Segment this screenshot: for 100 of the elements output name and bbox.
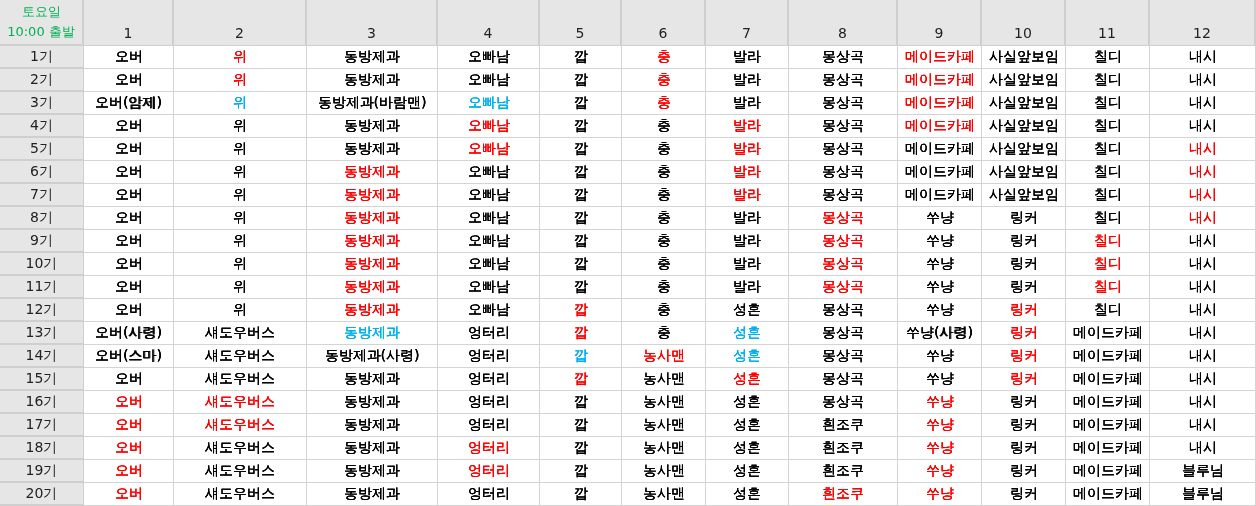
table-cell: 위 — [174, 46, 307, 69]
column-header[interactable]: 1 — [84, 0, 174, 46]
table-cell: 오버 — [84, 138, 174, 161]
row-header[interactable]: 4기 — [0, 115, 84, 138]
table-cell: 오버 — [84, 276, 174, 299]
table-cell: 메이드카페 — [898, 92, 982, 115]
row-header[interactable]: 1기 — [0, 46, 84, 69]
table-cell: 오버 — [84, 483, 174, 506]
table-cell: 충 — [622, 322, 706, 345]
table-cell: 내시 — [1150, 46, 1256, 69]
table-cell: 내시 — [1150, 299, 1256, 322]
table-cell: 동방제과 — [307, 138, 438, 161]
row-header[interactable]: 13기 — [0, 322, 84, 345]
table-cell: 칠디 — [1066, 115, 1150, 138]
table-cell: 몽상곡 — [789, 115, 898, 138]
table-cell: 위 — [174, 230, 307, 253]
table-cell: 위 — [174, 115, 307, 138]
column-header[interactable]: 11 — [1066, 0, 1150, 46]
table-cell: 동방제과 — [307, 230, 438, 253]
table-cell: 오버 — [84, 69, 174, 92]
table-cell: 충 — [622, 69, 706, 92]
table-cell: 내시 — [1150, 92, 1256, 115]
column-header[interactable]: 9 — [898, 0, 982, 46]
table-cell: 사실앞보임 — [982, 184, 1066, 207]
table-cell: 섀도우버스 — [174, 322, 307, 345]
table-cell: 충 — [622, 138, 706, 161]
table-cell: 메이드카페 — [898, 138, 982, 161]
column-header[interactable]: 7 — [706, 0, 789, 46]
table-cell: 내시 — [1150, 368, 1256, 391]
row-header[interactable]: 11기 — [0, 276, 84, 299]
row-header[interactable]: 15기 — [0, 368, 84, 391]
table-cell: 섀도우버스 — [174, 414, 307, 437]
table-cell: 링커 — [982, 230, 1066, 253]
table-cell: 오빠남 — [438, 69, 540, 92]
row-header[interactable]: 16기 — [0, 391, 84, 414]
table-cell: 몽상곡 — [789, 92, 898, 115]
table-cell: 내시 — [1150, 230, 1256, 253]
table-cell: 메이드카페 — [898, 46, 982, 69]
table-cell: 몽상곡 — [789, 161, 898, 184]
table-cell: 농사맨 — [622, 414, 706, 437]
column-header[interactable]: 3 — [307, 0, 438, 46]
row-header[interactable]: 19기 — [0, 460, 84, 483]
table-cell: 발라 — [706, 69, 789, 92]
column-header[interactable]: 2 — [174, 0, 307, 46]
table-cell: 칠디 — [1066, 92, 1150, 115]
column-header[interactable]: 6 — [622, 0, 706, 46]
row-header[interactable]: 14기 — [0, 345, 84, 368]
row-header[interactable]: 12기 — [0, 299, 84, 322]
column-header[interactable]: 4 — [438, 0, 540, 46]
table-cell: 오버 — [84, 230, 174, 253]
table-cell: 칠디 — [1066, 46, 1150, 69]
table-cell: 동방제과 — [307, 276, 438, 299]
row-header[interactable]: 3기 — [0, 92, 84, 115]
column-header[interactable]: 12 — [1150, 0, 1256, 46]
column-header[interactable]: 10 — [982, 0, 1066, 46]
table-cell: 충 — [622, 230, 706, 253]
table-cell: 링커 — [982, 253, 1066, 276]
row-header[interactable]: 18기 — [0, 437, 84, 460]
table-cell: 쑤냥 — [898, 276, 982, 299]
row-header[interactable]: 8기 — [0, 207, 84, 230]
table-cell: 엉터리 — [438, 391, 540, 414]
row-header[interactable]: 10기 — [0, 253, 84, 276]
row-header[interactable]: 20기 — [0, 483, 84, 506]
table-cell: 쑤냥 — [898, 437, 982, 460]
table-cell: 메이드카페 — [1066, 322, 1150, 345]
table-cell: 오버 — [84, 46, 174, 69]
column-header[interactable]: 5 — [540, 0, 622, 46]
table-cell: 쑤냥 — [898, 368, 982, 391]
row-header[interactable]: 2기 — [0, 69, 84, 92]
row-header[interactable]: 17기 — [0, 414, 84, 437]
table-cell: 동방제과 — [307, 46, 438, 69]
table-cell: 링커 — [982, 437, 1066, 460]
row-header[interactable]: 7기 — [0, 184, 84, 207]
table-cell: 몽상곡 — [789, 345, 898, 368]
table-cell: 깝 — [540, 391, 622, 414]
table-cell: 흰조쿠 — [789, 437, 898, 460]
table-cell: 농사맨 — [622, 391, 706, 414]
table-cell: 충 — [622, 184, 706, 207]
table-cell: 링커 — [982, 322, 1066, 345]
table-cell: 엉터리 — [438, 437, 540, 460]
column-header[interactable]: 8 — [789, 0, 898, 46]
table-cell: 성흔 — [706, 368, 789, 391]
table-cell: 몽상곡 — [789, 138, 898, 161]
table-cell: 성흔 — [706, 414, 789, 437]
table-cell: 충 — [622, 115, 706, 138]
table-cell: 오버 — [84, 391, 174, 414]
table-cell: 깝 — [540, 207, 622, 230]
table-cell: 흰조쿠 — [789, 460, 898, 483]
table-cell: 메이드카페 — [898, 115, 982, 138]
row-header[interactable]: 9기 — [0, 230, 84, 253]
table-cell: 오빠남 — [438, 276, 540, 299]
table-cell: 발라 — [706, 92, 789, 115]
table-cell: 링커 — [982, 414, 1066, 437]
table-cell: 동방제과 — [307, 69, 438, 92]
table-cell: 링커 — [982, 460, 1066, 483]
table-cell: 충 — [622, 46, 706, 69]
table-cell: 내시 — [1150, 391, 1256, 414]
row-header[interactable]: 5기 — [0, 138, 84, 161]
table-cell: 발라 — [706, 207, 789, 230]
row-header[interactable]: 6기 — [0, 161, 84, 184]
